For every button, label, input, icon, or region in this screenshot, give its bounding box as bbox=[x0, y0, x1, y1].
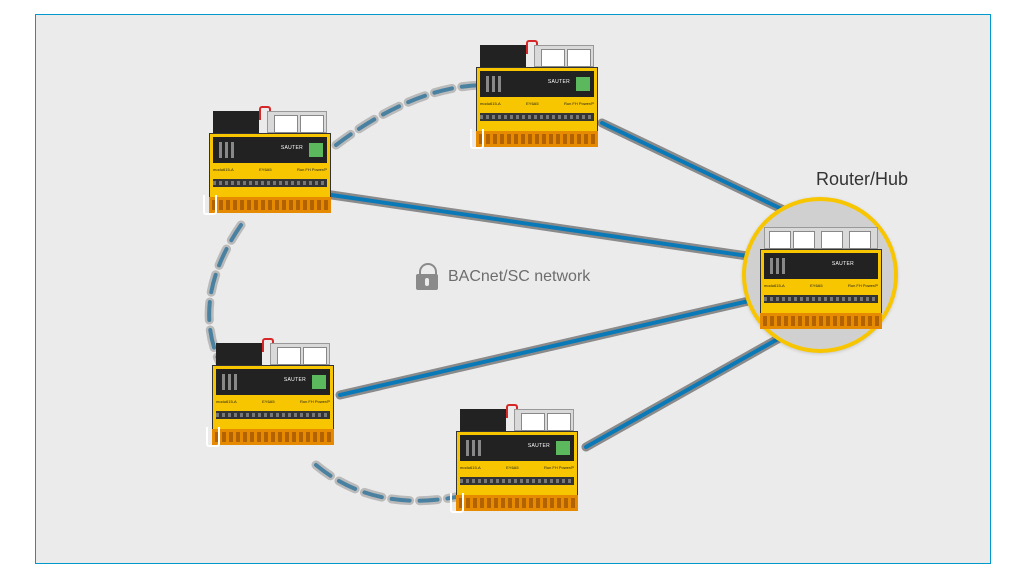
router-hub: SAUTER modu615-AEY6A5Run FH Power/P bbox=[742, 197, 898, 353]
diagram-frame: BACnet/SC network Router/Hub SAUTER modu… bbox=[35, 14, 991, 564]
hub-device: SAUTER modu615-AEY6A5Run FH Power/P bbox=[760, 227, 882, 331]
lock-icon bbox=[416, 263, 438, 290]
controller-node-3: SAUTER modu615-AEY6A5Run FH Power/P bbox=[212, 343, 334, 447]
hub-label: Router/Hub bbox=[816, 169, 908, 190]
controller-node-4: SAUTER modu615-AEY6A5Run FH Power/P bbox=[456, 409, 578, 513]
controller-node-2: SAUTER modu615-AEY6A5Run FH Power/P bbox=[476, 45, 598, 149]
network-label-text: BACnet/SC network bbox=[448, 268, 590, 286]
controller-node-1: SAUTER modu615-AEY6A5Run FH Power/P bbox=[209, 111, 331, 215]
network-label: BACnet/SC network bbox=[416, 263, 590, 290]
